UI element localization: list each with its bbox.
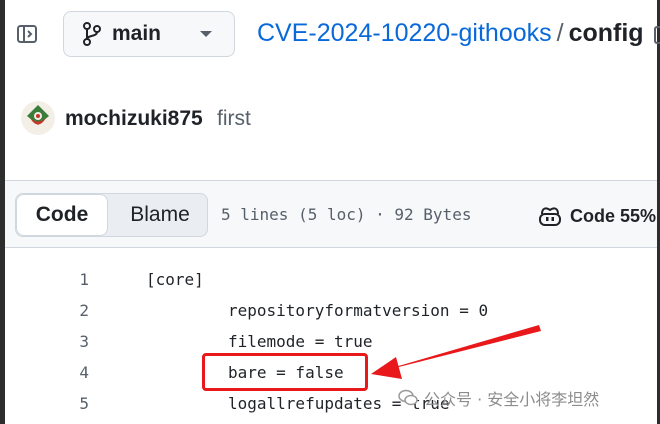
commit-message[interactable]: first [217,107,251,131]
line-number[interactable]: 3 [5,326,89,357]
line-content: [core] [146,270,204,289]
author-avatar-icon [21,101,55,135]
copy-path-icon[interactable] [654,26,660,44]
code-percentage-label: Code 55% [570,205,657,226]
file-topbar: main CVE-2024-10220-githooks / config [5,0,660,84]
line-number[interactable]: 4 [5,357,89,388]
file-header: Code Blame 5 lines (5 loc) · 92 Bytes Co… [5,180,657,248]
line-number[interactable]: 1 [5,264,89,295]
git-branch-icon [83,22,101,46]
copilot-icon [539,207,561,226]
chevron-down-icon [200,31,212,37]
watermark: 公众号 · 安全小将李坦然 [398,386,599,410]
breadcrumb-file-name: config [568,19,644,47]
sidebar-collapse-icon [17,25,37,43]
line-number[interactable]: 5 [5,388,89,419]
breadcrumb-repo-link[interactable]: CVE-2024-10220-githooks [257,19,552,47]
breadcrumb-separator: / [556,19,564,47]
annotation-highlight-box [202,353,368,391]
branch-name: main [112,22,162,45]
latest-commit-row: mochizuki875 first [5,83,657,163]
branch-selector-button[interactable]: main [63,11,235,57]
avatar[interactable] [21,101,55,135]
file-line-count: 5 lines (5 loc) · 92 Bytes [221,205,472,224]
watermark-text: 公众号 · 安全小将李坦然 [424,390,600,409]
line-number[interactable]: 2 [5,295,89,326]
wechat-logo-icon [398,389,418,406]
commit-author[interactable]: mochizuki875 [65,107,203,131]
spacer [5,163,657,180]
breadcrumb: CVE-2024-10220-githooks / config [257,19,644,48]
code-line: 2 repositoryformatversion = 0 [5,295,657,326]
code-line: 1 [core] [5,264,657,295]
code-percentage-button[interactable]: Code 55% [538,205,656,227]
line-content: repositoryformatversion = 0 [228,301,489,320]
view-segmented-control: Code Blame [15,193,208,237]
tab-code[interactable]: Code [16,194,108,236]
tab-blame[interactable]: Blame [112,194,208,236]
sidebar-toggle-button[interactable] [13,20,41,48]
